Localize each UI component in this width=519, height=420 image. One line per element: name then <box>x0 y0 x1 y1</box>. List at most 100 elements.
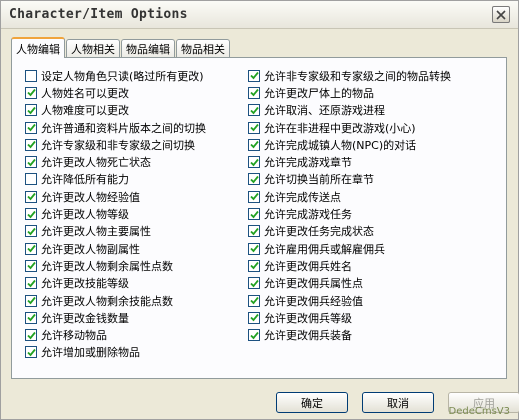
option-checkbox[interactable] <box>25 190 37 203</box>
option-row[interactable]: 允许更改佣兵属性点 <box>248 275 451 292</box>
option-row[interactable]: 允许更改佣兵姓名 <box>248 257 451 274</box>
option-row[interactable]: 允许更改人物副属性 <box>25 240 206 257</box>
checkmark-icon <box>249 331 259 339</box>
option-checkbox[interactable] <box>25 242 37 255</box>
option-checkbox[interactable] <box>25 86 37 99</box>
option-row[interactable]: 允许更改人物死亡状态 <box>25 153 206 170</box>
checkmark-icon <box>26 314 36 322</box>
option-label: 允许更改佣兵姓名 <box>264 259 352 273</box>
option-checkbox[interactable] <box>248 190 260 203</box>
option-row[interactable]: 允许完成传送点 <box>248 188 451 205</box>
option-row[interactable]: 允许更改人物剩余属性点数 <box>25 257 206 274</box>
option-checkbox[interactable] <box>25 69 37 82</box>
option-checkbox[interactable] <box>25 208 37 221</box>
option-row[interactable]: 允许降低所有能力 <box>25 171 206 188</box>
option-row[interactable]: 允许更改人物等级 <box>25 205 206 222</box>
option-row[interactable]: 允许完成游戏任务 <box>248 205 451 222</box>
option-row[interactable]: 允许更改佣兵等级 <box>248 309 451 326</box>
option-row[interactable]: 允许雇用佣兵或解雇佣兵 <box>248 240 451 257</box>
option-checkbox[interactable] <box>248 259 260 272</box>
option-row[interactable]: 允许更改佣兵经验值 <box>248 292 451 309</box>
checkmark-icon <box>26 348 36 357</box>
option-checkbox[interactable] <box>248 121 260 134</box>
option-checkbox[interactable] <box>25 104 37 117</box>
tab-panel-character-edit: 设定人物角色只读(略过所有更改) 人物姓名可以更改 人物难度可以更改允许普通和资料片… <box>11 57 507 379</box>
option-row[interactable]: 允许更改任务完成状态 <box>248 223 451 240</box>
option-row[interactable]: 允许更改人物主要属性 <box>25 223 206 240</box>
option-label: 允许更改人物死亡状态 <box>41 156 151 170</box>
option-checkbox[interactable] <box>25 173 37 186</box>
options-dialog: Character/Item Options 人物编辑 人物相关 物品编辑 物品相关 … <box>0 0 519 420</box>
option-checkbox[interactable] <box>248 104 260 117</box>
option-label: 允许完成城镇人物(NPC)的对话 <box>264 138 417 152</box>
option-label: 允许更改佣兵装备 <box>264 329 352 343</box>
option-label: 允许普通和资料片版本之间的切换 <box>41 121 206 135</box>
option-row[interactable]: 允许完成游戏章节 <box>248 153 451 170</box>
option-row[interactable]: 允许完成城镇人物(NPC)的对话 <box>248 136 451 153</box>
option-row[interactable]: 允许更改金钱数量 <box>25 309 206 326</box>
option-checkbox[interactable] <box>25 138 37 151</box>
option-checkbox[interactable] <box>248 208 260 221</box>
option-checkbox[interactable] <box>248 329 260 342</box>
option-label: 允许更改尸体上的物品 <box>264 86 374 100</box>
option-row[interactable]: 允许增加或删除物品 <box>25 344 206 361</box>
option-checkbox[interactable] <box>248 277 260 290</box>
checkmark-icon <box>26 296 36 305</box>
option-row[interactable]: 人物难度可以更改 <box>25 102 206 119</box>
option-row[interactable]: 允许更改技能等级 <box>25 275 206 292</box>
option-row[interactable]: 允许更改人物经验值 <box>25 188 206 205</box>
option-checkbox[interactable] <box>248 294 260 307</box>
left-option-list: 设定人物角色只读(略过所有更改) 人物姓名可以更改 人物难度可以更改允许普通和资料片… <box>25 67 206 361</box>
option-row[interactable]: 人物姓名可以更改 <box>25 84 206 101</box>
title-bar[interactable]: Character/Item Options <box>1 1 518 29</box>
option-row[interactable]: 允许更改尸体上的物品 <box>248 84 451 101</box>
option-checkbox[interactable] <box>25 225 37 238</box>
option-checkbox[interactable] <box>25 329 37 342</box>
option-label: 允许更改金钱数量 <box>41 311 129 325</box>
checkmark-icon <box>249 210 259 218</box>
option-row[interactable]: 设定人物角色只读(略过所有更改) <box>25 67 206 84</box>
cancel-button[interactable]: 取消 <box>362 392 434 413</box>
option-checkbox[interactable] <box>25 156 37 169</box>
option-checkbox[interactable] <box>248 156 260 169</box>
option-checkbox[interactable] <box>248 242 260 255</box>
option-row[interactable]: 允许更改人物剩余技能点数 <box>25 292 206 309</box>
option-label: 允许雇用佣兵或解雇佣兵 <box>264 242 385 256</box>
option-checkbox[interactable] <box>25 277 37 290</box>
tab-2[interactable]: 人物相关 <box>66 39 120 57</box>
option-row[interactable]: 允许取消、还原游戏进程 <box>248 102 451 119</box>
checkmark-icon <box>249 227 259 236</box>
option-row[interactable]: 允许移动物品 <box>25 326 206 343</box>
ok-button[interactable]: 确定 <box>276 392 348 413</box>
tab-4[interactable]: 物品相关 <box>176 39 230 57</box>
option-checkbox[interactable] <box>25 121 37 134</box>
option-checkbox[interactable] <box>248 138 260 151</box>
option-row[interactable]: 允许普通和资料片版本之间的切换 <box>25 119 206 136</box>
option-checkbox[interactable] <box>248 311 260 324</box>
option-checkbox[interactable] <box>248 69 260 82</box>
tab-1[interactable]: 人物编辑 <box>11 37 65 58</box>
option-label: 允许完成游戏任务 <box>264 208 352 222</box>
option-checkbox[interactable] <box>248 225 260 238</box>
option-row[interactable]: 允许在非进程中更改游戏(小心) <box>248 119 451 136</box>
checkmark-icon <box>249 296 259 305</box>
option-row[interactable]: 允许切换当前所在章节 <box>248 171 451 188</box>
option-label: 允许更改人物经验值 <box>41 190 140 204</box>
checkmark-icon <box>249 141 259 149</box>
option-checkbox[interactable] <box>25 259 37 272</box>
option-checkbox[interactable] <box>25 294 37 307</box>
option-label: 允许非专家级和专家级之间的物品转换 <box>264 69 451 83</box>
close-button[interactable] <box>492 6 510 23</box>
option-label: 允许更改人物副属性 <box>41 242 140 256</box>
option-checkbox[interactable] <box>248 86 260 99</box>
option-row[interactable]: 允许专家级和非专家级之间切换 <box>25 136 206 153</box>
option-checkbox[interactable] <box>25 346 37 359</box>
tab-3[interactable]: 物品编辑 <box>121 39 175 57</box>
checkmark-icon <box>26 89 36 97</box>
option-label: 允许更改人物剩余属性点数 <box>41 259 173 273</box>
checkmark-icon <box>249 89 259 97</box>
option-checkbox[interactable] <box>248 173 260 186</box>
option-row[interactable]: 允许更改佣兵装备 <box>248 326 451 343</box>
option-row[interactable]: 允许非专家级和专家级之间的物品转换 <box>248 67 451 84</box>
option-checkbox[interactable] <box>25 311 37 324</box>
